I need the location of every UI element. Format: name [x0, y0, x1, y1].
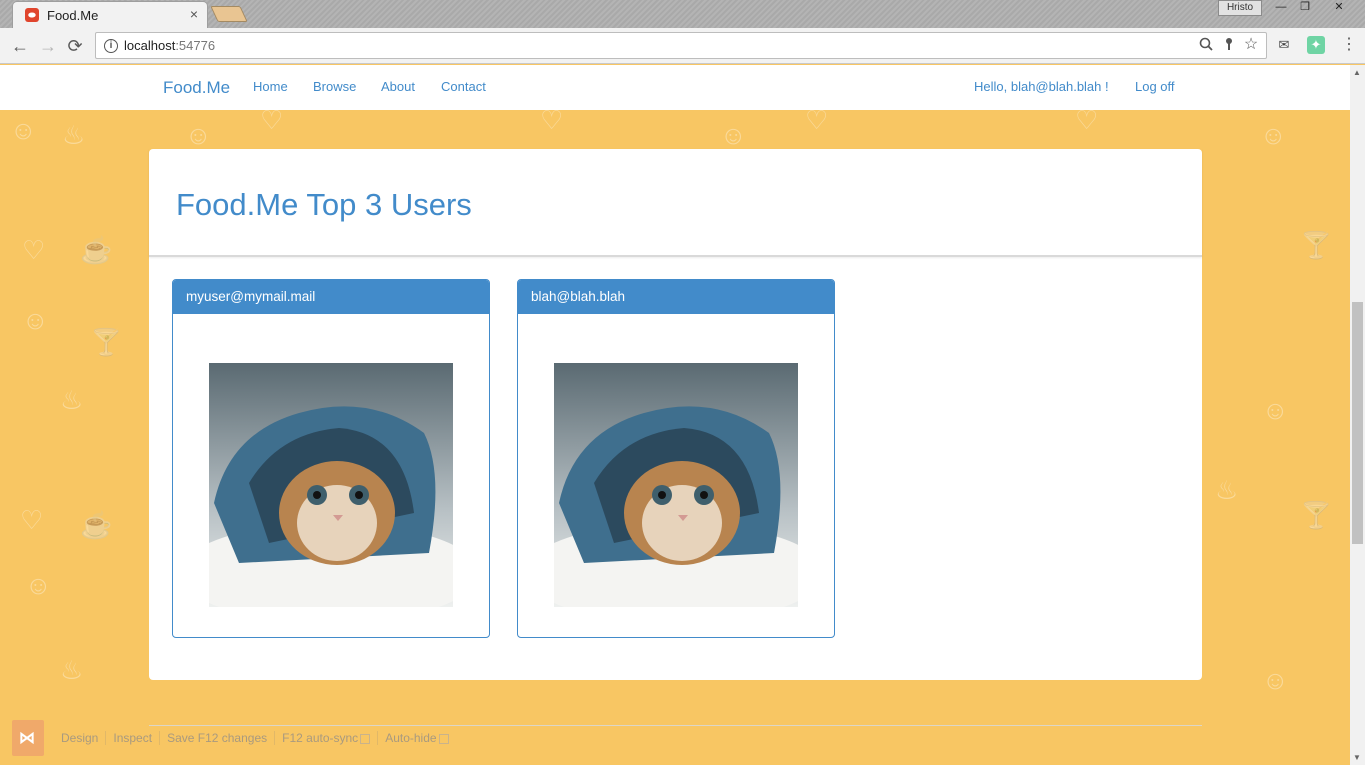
food-doodle-icon: ♨: [60, 655, 84, 685]
user-card[interactable]: myuser@mymail.mail: [172, 279, 490, 638]
browser-titlebar: ⬬ Food.Me × Hristo — ❐ ✕: [0, 0, 1365, 28]
forward-button[interactable]: →: [36, 34, 60, 58]
url-port: :54776: [175, 38, 216, 53]
star-icon[interactable]: ☆: [1243, 37, 1259, 53]
site-navbar: Food.Me Home Browse About Contact Hello,…: [0, 65, 1350, 110]
food-doodle-icon: ☺: [185, 120, 212, 150]
food-doodle-icon: ☺: [1260, 120, 1287, 150]
window-controls: — ❐ ✕: [1269, 0, 1361, 16]
food-doodle-icon: ☺: [720, 120, 747, 150]
food-doodle-icon: ♡: [20, 505, 44, 535]
profile-badge[interactable]: Hristo: [1218, 0, 1262, 16]
food-doodle-icon: ☕: [80, 510, 113, 540]
scroll-up-icon[interactable]: ▲: [1353, 68, 1361, 77]
checkbox-icon[interactable]: [360, 733, 371, 744]
kitten-avatar-image: [554, 363, 798, 607]
url-host: localhost: [124, 38, 176, 53]
browser-tab[interactable]: ⬬ Food.Me ×: [12, 1, 208, 28]
mail-extension-icon[interactable]: ✉: [1275, 36, 1293, 54]
site-brand-link[interactable]: Food.Me: [163, 78, 230, 98]
url-text[interactable]: localhost:54776: [124, 38, 215, 53]
nav-link-home[interactable]: Home: [253, 79, 288, 94]
food-doodle-icon: ♨: [62, 120, 86, 150]
page-title: Food.Me Top 3 Users: [176, 187, 472, 222]
save-f12-changes-button[interactable]: Save F12 changes: [160, 731, 276, 745]
user-card-email: blah@blah.blah: [518, 280, 834, 314]
food-doodle-icon: ♡: [22, 235, 46, 265]
top-users-panel: Food.Me Top 3 Users myuser@mymail.mail b…: [149, 149, 1202, 680]
info-icon[interactable]: i: [104, 39, 118, 53]
f12-auto-sync-toggle[interactable]: F12 auto-sync: [275, 731, 379, 745]
nav-link-about[interactable]: About: [381, 79, 415, 94]
user-card-email: myuser@mymail.mail: [173, 280, 489, 314]
page-scrollbar[interactable]: ▲ ▼: [1350, 65, 1365, 765]
visual-studio-icon[interactable]: ⋈: [12, 720, 44, 756]
auto-hide-toggle[interactable]: Auto-hide: [378, 731, 455, 745]
new-tab-button[interactable]: [210, 6, 248, 22]
kitten-avatar-image: [209, 363, 453, 607]
nav-link-contact[interactable]: Contact: [441, 79, 486, 94]
f12-auto-sync-label: F12 auto-sync: [282, 731, 359, 745]
food-doodle-icon: ☺: [25, 570, 52, 600]
checkbox-icon[interactable]: [438, 733, 449, 744]
nav-link-browse[interactable]: Browse: [313, 79, 356, 94]
browser-toolbar: ← → ⟳ i localhost:54776 ☆ ✉ ✦ ⋮: [0, 28, 1365, 64]
zoom-icon[interactable]: [1198, 37, 1214, 53]
back-button[interactable]: ←: [8, 34, 32, 58]
food-doodle-icon: ♨: [60, 385, 84, 415]
inspect-button[interactable]: Inspect: [106, 731, 161, 745]
scrollbar-thumb[interactable]: [1352, 302, 1363, 544]
food-doodle-icon: ☕: [80, 235, 113, 265]
logoff-link[interactable]: Log off: [1135, 79, 1175, 94]
food-doodle-icon: ♨: [1215, 475, 1239, 505]
close-window-button[interactable]: ✕: [1317, 0, 1361, 16]
address-bar[interactable]: i localhost:54776 ☆: [95, 32, 1267, 59]
tab-close-icon[interactable]: ×: [190, 6, 198, 22]
page-viewport: ☺ ♨ ♡ ☕ ☺ 🍸 ♨ ♡ ☕ ☺ ♨ ☺ 🍸 ☺ ♨ 🍸 ☺ ♡ ☺ ♡ …: [0, 65, 1350, 765]
tab-title: Food.Me: [47, 8, 99, 23]
extension-icon[interactable]: ✦: [1307, 36, 1325, 54]
favicon-icon: ⬬: [25, 8, 39, 22]
food-doodle-icon: ☺: [1262, 395, 1289, 425]
food-doodle-icon: 🍸: [1300, 500, 1333, 530]
user-greeting-link[interactable]: Hello, blah@blah.blah !: [974, 79, 1109, 94]
reload-button[interactable]: ⟳: [63, 34, 87, 58]
minimize-button[interactable]: —: [1269, 0, 1293, 16]
browser-link-toolbar: ⋈ Design Inspect Save F12 changes F12 au…: [12, 720, 456, 756]
food-doodle-icon: ☺: [10, 115, 37, 145]
key-icon[interactable]: [1221, 37, 1237, 53]
auto-hide-label: Auto-hide: [385, 731, 437, 745]
design-button[interactable]: Design: [54, 731, 107, 745]
menu-icon[interactable]: ⋮: [1340, 36, 1358, 54]
scroll-down-icon[interactable]: ▼: [1353, 753, 1361, 762]
food-doodle-icon: ☺: [1262, 665, 1289, 695]
food-doodle-icon: 🍸: [1300, 230, 1333, 260]
food-doodle-icon: 🍸: [90, 327, 123, 357]
user-card[interactable]: blah@blah.blah: [517, 279, 835, 638]
food-doodle-icon: ☺: [22, 305, 49, 335]
restore-button[interactable]: ❐: [1293, 0, 1317, 16]
panel-header: Food.Me Top 3 Users: [149, 149, 1202, 257]
